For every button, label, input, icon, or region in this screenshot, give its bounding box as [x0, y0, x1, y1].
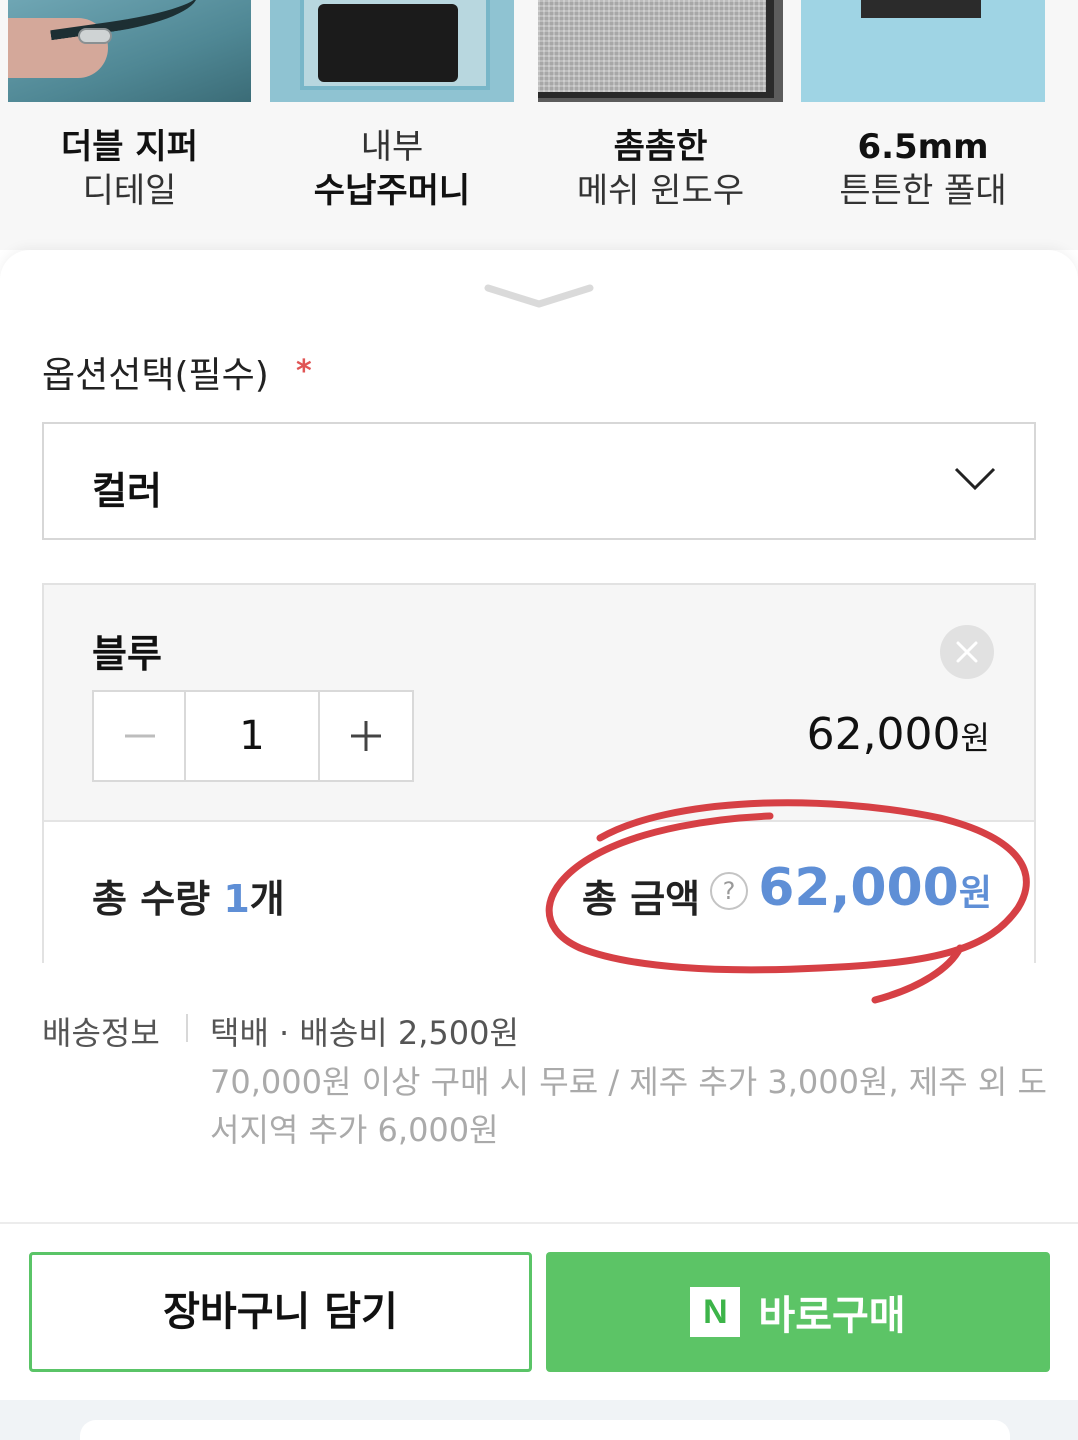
option-item-name: 블루 — [92, 632, 162, 676]
feature-image-mesh-window — [538, 0, 783, 102]
chevron-down-icon — [954, 467, 996, 491]
total-price-label: 총 금액 — [582, 877, 701, 921]
close-icon — [956, 641, 978, 663]
feature-caption-1: 더블 지퍼 디테일 — [61, 127, 198, 211]
color-select-dropdown[interactable]: 컬러 — [42, 422, 1036, 540]
shipping-separator — [186, 1014, 188, 1042]
naver-logo-icon: N — [690, 1287, 741, 1337]
feature-caption-4: 6.5mm 튼튼한 폴대 — [839, 127, 1007, 211]
feature-caption-3: 촘촘한 메쉬 윈도우 — [576, 127, 745, 211]
total-price: 62,000원 — [758, 858, 992, 918]
shipping-detail: 70,000원 이상 구매 시 무료 / 제주 추가 3,000원, 제주 외 … — [210, 1063, 1047, 1149]
divider — [0, 1222, 1078, 1224]
required-mark: * — [296, 354, 312, 389]
decrease-quantity-button[interactable] — [94, 692, 186, 780]
purchase-bottom-sheet: 옵션선택(필수) * 컬러 블루 1 62,000원 총 수량 1개 총 금액 … — [0, 250, 1078, 1440]
select-value: 컬러 — [92, 469, 162, 513]
option-item-price: 62,000원 — [806, 709, 990, 760]
total-summary-row: 총 수량 1개 총 금액 ? 62,000원 — [44, 820, 1034, 963]
minus-icon — [125, 734, 155, 738]
feature-image-double-zipper — [8, 0, 251, 102]
buy-now-label: 바로구매 — [758, 1293, 906, 1339]
plus-icon — [351, 721, 381, 751]
feature-caption-2: 내부 수납주머니 — [313, 127, 471, 211]
feature-image-pole — [801, 0, 1045, 102]
remove-option-button[interactable] — [940, 625, 994, 679]
add-to-cart-button[interactable]: 장바구니 담기 — [29, 1252, 532, 1372]
feature-image-inner-pocket — [270, 0, 514, 102]
option-select-label: 옵션선택(필수) — [42, 355, 269, 396]
quantity-stepper[interactable]: 1 — [92, 690, 414, 782]
selected-option-item: 블루 1 62,000원 총 수량 1개 총 금액 ? 62,000원 — [42, 583, 1036, 963]
collapse-handle-icon[interactable] — [484, 282, 594, 312]
total-quantity: 총 수량 1개 — [92, 877, 285, 921]
buy-now-button[interactable]: N 바로구매 — [546, 1252, 1050, 1372]
bottom-card — [80, 1420, 1010, 1440]
product-feature-strip: 더블 지퍼 디테일 내부 수납주머니 촘촘한 메쉬 윈도우 6.5mm 튼튼한 폴대 — [0, 0, 1078, 250]
shipping-info-label: 배송정보 — [42, 1014, 160, 1052]
increase-quantity-button[interactable] — [318, 692, 412, 780]
help-icon[interactable]: ? — [710, 872, 748, 910]
quantity-value[interactable]: 1 — [186, 692, 318, 780]
shipping-method: 택배 · 배송비 2,500원 — [210, 1014, 519, 1052]
